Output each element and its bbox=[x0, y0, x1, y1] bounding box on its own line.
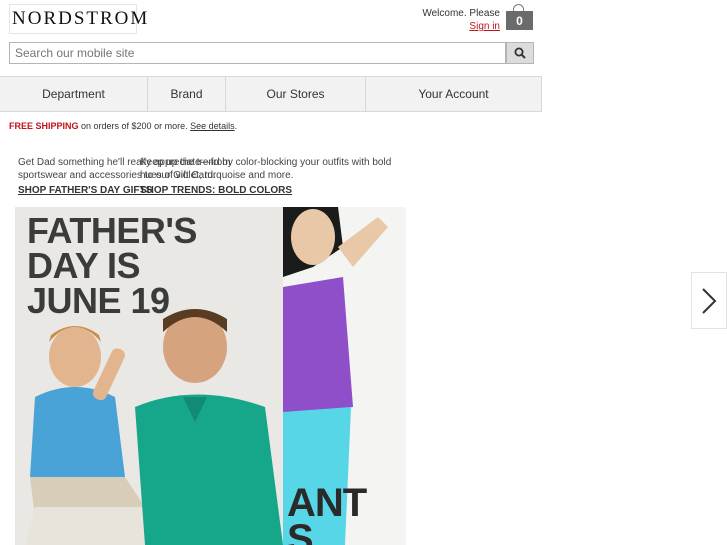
search-input[interactable] bbox=[9, 42, 506, 64]
free-shipping-text: on orders of $200 or more. bbox=[78, 121, 191, 131]
nav-department[interactable]: Department bbox=[0, 77, 148, 111]
nav-your-account[interactable]: Your Account bbox=[366, 77, 542, 111]
search-button[interactable] bbox=[506, 42, 534, 64]
free-shipping-highlight: FREE SHIPPING bbox=[9, 121, 79, 131]
father-and-son-photo bbox=[25, 309, 283, 545]
image-text-line: ANT bbox=[287, 481, 367, 525]
bold-colors-image-text: ANT S bbox=[287, 481, 367, 545]
see-details-link[interactable]: See details bbox=[190, 121, 235, 131]
free-shipping-banner: FREE SHIPPING on orders of $200 or more.… bbox=[9, 121, 237, 131]
nav-brand[interactable]: Brand bbox=[148, 77, 226, 111]
promo-description: Keep up the trend by color-blocking your… bbox=[140, 157, 392, 181]
nav-label: Our Stores bbox=[266, 87, 325, 101]
free-shipping-suffix: . bbox=[234, 121, 238, 131]
nav-label: Brand bbox=[170, 87, 203, 101]
nordstrom-logo[interactable]: NORDSTROM bbox=[9, 4, 147, 34]
nav-label: Department bbox=[42, 87, 105, 101]
promo-bold-colors-text-block: Keep up the trend by color-blocking your… bbox=[140, 156, 402, 197]
shopping-bag-button[interactable]: 0 bbox=[506, 4, 533, 30]
nav-label: Your Account bbox=[418, 87, 489, 101]
main-nav: Department Brand Our Stores Your Account bbox=[0, 76, 542, 112]
welcome-area: Welcome. Please Sign in bbox=[422, 7, 500, 33]
bag-count-badge: 0 bbox=[506, 11, 533, 30]
bold-colors-promo-image[interactable]: ANT S bbox=[283, 207, 406, 545]
shop-bold-colors-link[interactable]: SHOP TRENDS: BOLD COLORS bbox=[140, 184, 402, 197]
welcome-text: Welcome. Please bbox=[422, 8, 500, 19]
sign-in-link[interactable]: Sign in bbox=[422, 20, 500, 33]
nav-our-stores[interactable]: Our Stores bbox=[226, 77, 366, 111]
fathers-day-promo-image[interactable]: FATHER'S DAY IS JUNE 19 bbox=[15, 207, 283, 545]
search-icon bbox=[514, 47, 526, 59]
logo-text: NORDSTROM bbox=[12, 8, 150, 29]
chevron-right-icon bbox=[702, 287, 717, 314]
carousel-next-button[interactable] bbox=[691, 272, 727, 329]
